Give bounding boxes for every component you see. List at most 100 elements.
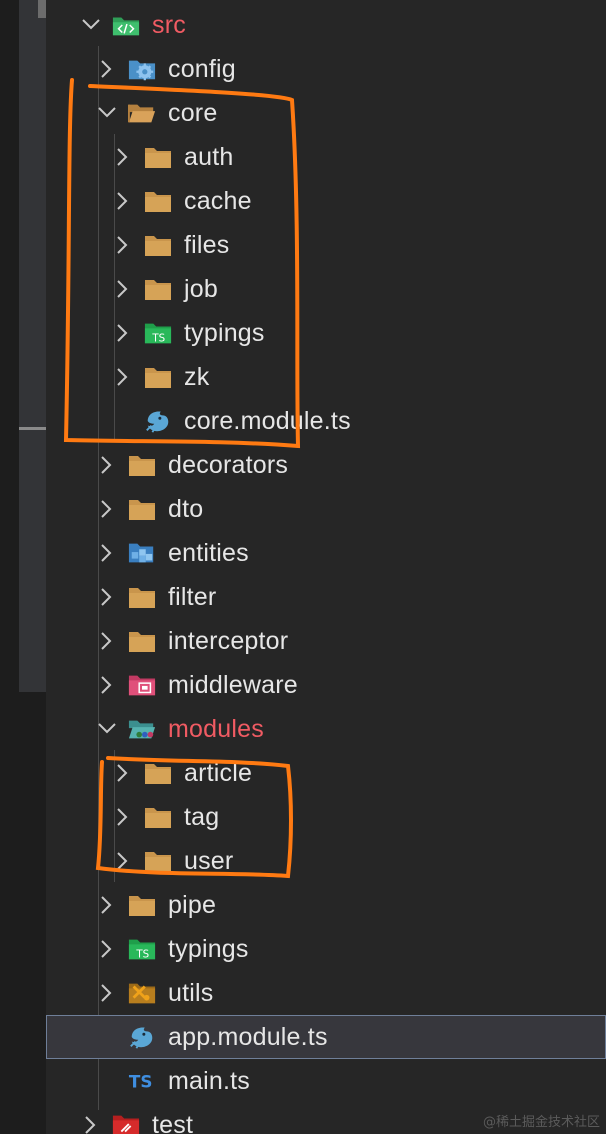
chevron-right-icon[interactable] xyxy=(96,498,118,520)
folder-icon xyxy=(128,892,156,918)
tree-item-label: decorators xyxy=(168,450,289,479)
folder-icon xyxy=(144,760,172,786)
tree-item-article[interactable]: article xyxy=(46,751,606,795)
typings-folder-icon: TS xyxy=(144,320,172,346)
typescript-file-icon: TS xyxy=(128,1068,156,1094)
scrollbar-track[interactable] xyxy=(19,0,46,692)
svg-text:TS: TS xyxy=(151,332,165,344)
typings-folder-icon: TS xyxy=(128,936,156,962)
tree-item-zk[interactable]: zk xyxy=(46,355,606,399)
tree-item-pipe[interactable]: pipe xyxy=(46,883,606,927)
tree-item-label: config xyxy=(168,54,236,83)
tree-item-user[interactable]: user xyxy=(46,839,606,883)
tree-item-label: user xyxy=(184,846,234,875)
chevron-right-icon[interactable] xyxy=(112,366,134,388)
chevron-right-icon[interactable] xyxy=(80,1114,102,1134)
tree-item-label: core.module.ts xyxy=(184,406,351,435)
tree-item-filter[interactable]: filter xyxy=(46,575,606,619)
tree-item-auth[interactable]: auth xyxy=(46,135,606,179)
tree-item-entities[interactable]: entities xyxy=(46,531,606,575)
tree-item-label: auth xyxy=(184,142,234,171)
folder-icon xyxy=(144,144,172,170)
tree-item-interceptor[interactable]: interceptor xyxy=(46,619,606,663)
nest-module-icon xyxy=(128,1024,156,1050)
folder-icon xyxy=(128,628,156,654)
file-explorer-panel: src config core auth cache files job TS … xyxy=(0,0,606,1134)
tree-item-cache[interactable]: cache xyxy=(46,179,606,223)
chevron-right-icon[interactable] xyxy=(112,762,134,784)
folder-icon xyxy=(144,188,172,214)
tree-item-utils[interactable]: utils xyxy=(46,971,606,1015)
chevron-down-icon[interactable] xyxy=(96,718,118,740)
tree-item-label: utils xyxy=(168,978,214,1007)
chevron-right-icon[interactable] xyxy=(112,806,134,828)
chevron-right-icon[interactable] xyxy=(96,894,118,916)
tree-item-label: test xyxy=(152,1110,194,1134)
tree-item-dto[interactable]: dto xyxy=(46,487,606,531)
svg-text:TS: TS xyxy=(135,948,149,960)
tree-item-label: job xyxy=(184,274,218,303)
tree-item-label: dto xyxy=(168,494,204,523)
chevron-right-icon[interactable] xyxy=(112,190,134,212)
chevron-right-icon[interactable] xyxy=(96,454,118,476)
scrollbar-position-marker xyxy=(19,427,46,430)
tree-item-job[interactable]: job xyxy=(46,267,606,311)
chevron-right-icon[interactable] xyxy=(112,322,134,344)
folder-icon xyxy=(144,276,172,302)
chevron-right-icon[interactable] xyxy=(96,938,118,960)
tree-item-core[interactable]: core xyxy=(46,91,606,135)
chevron-right-icon[interactable] xyxy=(112,278,134,300)
scrollbar-thumb[interactable] xyxy=(38,0,46,18)
watermark: @稀土掘金技术社区 xyxy=(482,1115,600,1130)
tree-item-main-ts[interactable]: TS main.ts xyxy=(46,1059,606,1103)
tree-item-core-module-ts[interactable]: core.module.ts xyxy=(46,399,606,443)
folder-icon xyxy=(144,848,172,874)
tree-item-typings[interactable]: TS typings xyxy=(46,311,606,355)
tree-item-label: middleware xyxy=(168,670,298,699)
tree-item-label: typings xyxy=(184,318,265,347)
middleware-folder-icon xyxy=(128,672,156,698)
tree-item-config[interactable]: config xyxy=(46,47,606,91)
chevron-right-icon[interactable] xyxy=(96,982,118,1004)
entities-folder-icon xyxy=(128,540,156,566)
tree-item-app-module-ts[interactable]: app.module.ts xyxy=(46,1015,606,1059)
test-folder-icon xyxy=(112,1112,140,1134)
chevron-down-icon[interactable] xyxy=(96,102,118,124)
folder-icon xyxy=(128,496,156,522)
tree-item-label: cache xyxy=(184,186,252,215)
tree-item-label: modules xyxy=(168,714,264,743)
folder-icon xyxy=(144,232,172,258)
chevron-right-icon[interactable] xyxy=(112,146,134,168)
tree-item-label: typings xyxy=(168,934,249,963)
tree-item-label: main.ts xyxy=(168,1066,250,1095)
open-folder-icon xyxy=(128,100,156,126)
tree-item-label: pipe xyxy=(168,890,217,919)
folder-icon xyxy=(128,452,156,478)
src-folder-icon xyxy=(112,12,140,38)
chevron-right-icon[interactable] xyxy=(96,674,118,696)
tree-item-label: zk xyxy=(184,362,210,391)
tree-item-tag[interactable]: tag xyxy=(46,795,606,839)
folder-icon xyxy=(144,804,172,830)
chevron-right-icon[interactable] xyxy=(96,58,118,80)
modules-folder-icon xyxy=(128,716,156,742)
tree-item-label: core xyxy=(168,98,218,127)
tree-item-files[interactable]: files xyxy=(46,223,606,267)
svg-text:TS: TS xyxy=(129,1072,153,1092)
chevron-right-icon[interactable] xyxy=(96,630,118,652)
nest-module-icon xyxy=(144,408,172,434)
chevron-down-icon[interactable] xyxy=(80,14,102,36)
tree-item-label: entities xyxy=(168,538,249,567)
chevron-right-icon[interactable] xyxy=(96,586,118,608)
config-folder-icon xyxy=(128,56,156,82)
tree-item-label: tag xyxy=(184,802,220,831)
tree-item-decorators[interactable]: decorators xyxy=(46,443,606,487)
tree-item-src[interactable]: src xyxy=(46,3,606,47)
chevron-right-icon[interactable] xyxy=(96,542,118,564)
tree-item-typings[interactable]: TS typings xyxy=(46,927,606,971)
chevron-right-icon[interactable] xyxy=(112,234,134,256)
chevron-right-icon[interactable] xyxy=(112,850,134,872)
tree-item-modules[interactable]: modules xyxy=(46,707,606,751)
tree-item-label: interceptor xyxy=(168,626,289,655)
tree-item-middleware[interactable]: middleware xyxy=(46,663,606,707)
